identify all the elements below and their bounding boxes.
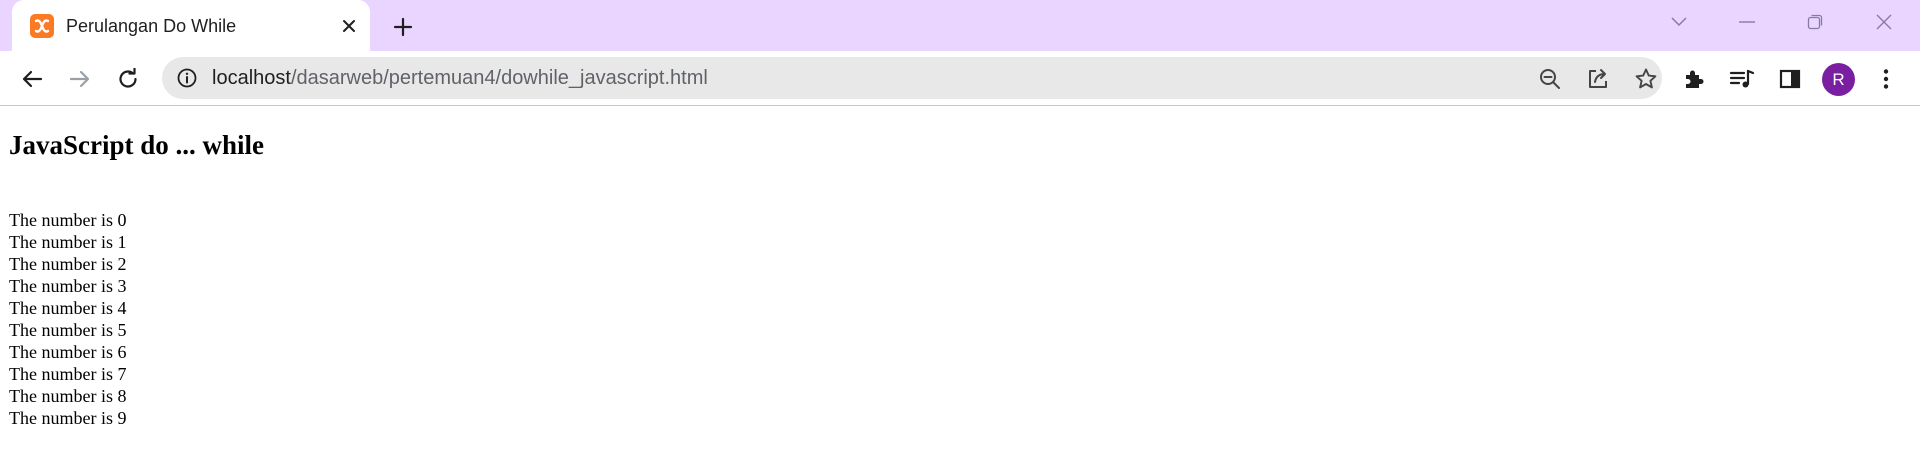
tab-strip: Perulangan Do While [0, 0, 1920, 51]
reload-icon[interactable] [110, 61, 146, 97]
side-panel-icon[interactable] [1774, 63, 1806, 95]
output-line: The number is 2 [9, 254, 127, 274]
kebab-menu-icon[interactable] [1870, 63, 1902, 95]
output-line: The number is 1 [9, 232, 127, 252]
output-line: The number is 3 [9, 276, 127, 296]
output-line: The number is 9 [9, 408, 127, 428]
media-control-icon[interactable] [1726, 63, 1758, 95]
output-line: The number is 8 [9, 386, 127, 406]
tab-search-icon[interactable] [1659, 8, 1699, 36]
loop-output: The number is 0 The number is 1 The numb… [9, 209, 126, 429]
url-path: /dasarweb/pertemuan4/dowhile_javascript.… [290, 67, 708, 89]
output-line: The number is 4 [9, 298, 127, 318]
page-title: JavaScript do ... while [9, 130, 265, 160]
output-line: The number is 6 [9, 342, 127, 362]
address-bar[interactable]: localhost/dasarweb/pertemuan4/dowhile_ja… [162, 57, 1662, 99]
browser-toolbar: localhost/dasarweb/pertemuan4/dowhile_ja… [0, 51, 1920, 106]
forward-arrow-icon[interactable] [62, 61, 98, 97]
plus-icon[interactable] [388, 12, 418, 42]
site-info-icon[interactable] [176, 67, 198, 89]
restore-icon[interactable] [1795, 8, 1835, 36]
avatar[interactable]: R [1822, 63, 1855, 96]
tab-title: Perulangan Do While [66, 16, 237, 36]
xampp-icon [30, 14, 54, 38]
url-host: localhost [212, 67, 291, 89]
zoom-out-icon[interactable] [1536, 65, 1564, 93]
output-line: The number is 5 [9, 320, 127, 340]
share-icon[interactable] [1584, 65, 1612, 93]
minimize-icon[interactable] [1727, 8, 1767, 36]
url-text: localhost/dasarweb/pertemuan4/dowhile_ja… [212, 66, 708, 90]
close-window-icon[interactable] [1864, 8, 1904, 36]
output-line: The number is 7 [9, 364, 127, 384]
close-icon[interactable] [336, 13, 362, 39]
back-arrow-icon[interactable] [14, 61, 50, 97]
output-line: The number is 0 [9, 210, 127, 230]
tab-perulangan-do-while[interactable]: Perulangan Do While [12, 0, 370, 51]
page-content: JavaScript do ... while The number is 0 … [0, 107, 1920, 474]
bookmark-star-icon[interactable] [1632, 65, 1660, 93]
extensions-icon[interactable] [1678, 63, 1710, 95]
